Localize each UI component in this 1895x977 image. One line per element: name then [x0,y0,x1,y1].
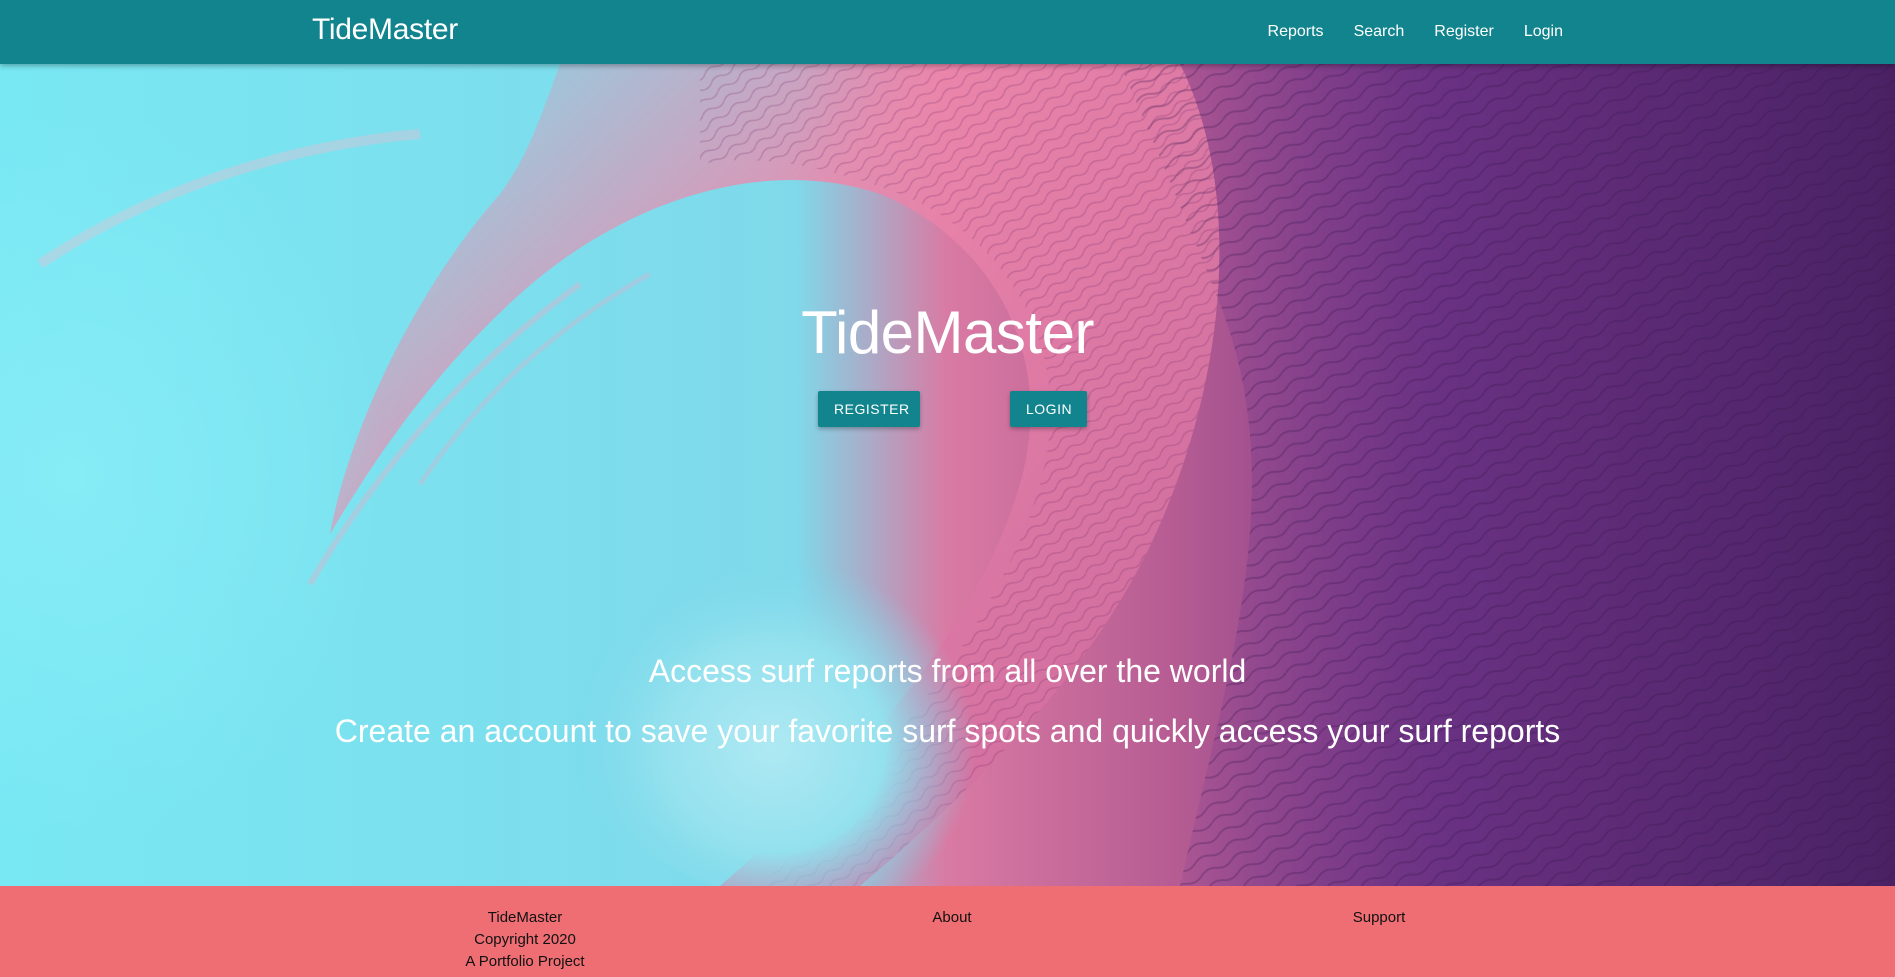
hero-section: TideMaster REGISTER LOGIN Access surf re… [0,64,1895,886]
navbar: TideMaster Reports Search Register Login [0,0,1895,64]
nav-links: Reports Search Register Login [1253,0,1578,64]
hero-tagline-secondary: Create an account to save your favorite … [334,713,1561,749]
footer: TideMaster Copyright 2020 A Portfolio Pr… [0,886,1895,977]
footer-support-column: Support [1279,907,1479,929]
nav-link-login[interactable]: Login [1509,0,1578,64]
footer-about-link[interactable]: About [932,909,971,926]
hero-tagline-primary: Access surf reports from all over the wo… [648,653,1247,689]
wave-background-image [0,64,1895,886]
footer-about-column: About [852,907,1052,929]
brand-logo[interactable]: TideMaster [312,13,458,47]
nav-link-reports[interactable]: Reports [1253,0,1339,64]
hero-title: TideMaster [801,299,1094,366]
page: TideMaster Reports Search Register Login [0,0,1895,977]
footer-project-note: A Portfolio Project [465,953,585,970]
nav-link-search[interactable]: Search [1339,0,1420,64]
login-button[interactable]: LOGIN [1010,391,1087,427]
footer-info-column: TideMaster Copyright 2020 A Portfolio Pr… [425,907,625,973]
register-button[interactable]: REGISTER [818,391,920,427]
footer-copyright: Copyright 2020 [474,931,576,948]
footer-brand: TideMaster [487,909,563,926]
nav-link-register[interactable]: Register [1419,0,1509,64]
footer-support-link[interactable]: Support [1353,909,1406,926]
